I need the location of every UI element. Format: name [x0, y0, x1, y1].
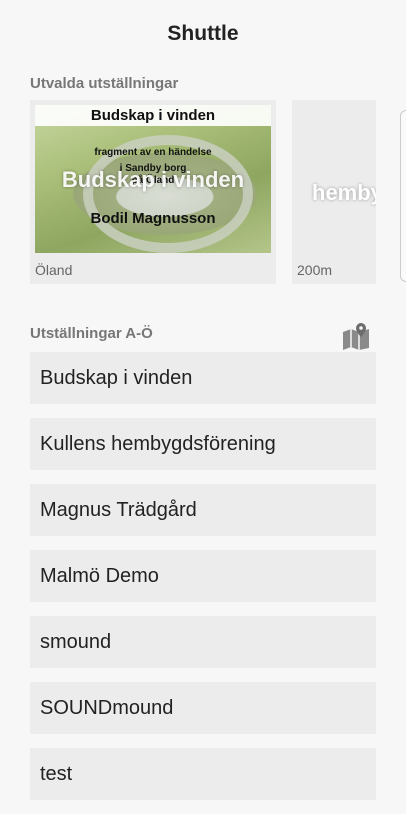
image-author-text: Bodil Magnusson	[90, 210, 216, 227]
featured-card-budskap[interactable]: Budskap i vinden fragment av en händelse…	[30, 100, 276, 284]
image-subtitle-line-1: fragment av en händelse	[94, 147, 212, 158]
list-item[interactable]: Budskap i vinden	[30, 352, 376, 404]
list-item[interactable]: SOUNDmound	[30, 682, 376, 734]
card-overlay-title: Budskap i vinden	[61, 167, 245, 192]
list-item[interactable]: Malmö Demo	[30, 550, 376, 602]
card-distance: 200m	[297, 262, 333, 278]
list-heading: Utställningar A-Ö	[30, 325, 153, 342]
featured-card-hembygd[interactable]: hembygdsförening 200m	[292, 100, 376, 284]
card-overlay-title: hembygdsförening	[312, 180, 376, 205]
app-title: Shuttle	[167, 22, 239, 45]
featured-card-image: Budskap i vinden fragment av en händelse…	[35, 105, 271, 253]
featured-heading: Utvalda utställningar	[30, 75, 179, 92]
list-item[interactable]: test	[30, 748, 376, 800]
list-item[interactable]: Magnus Trädgård	[30, 484, 376, 536]
map-icon[interactable]	[341, 322, 371, 350]
featured-carousel[interactable]: Budskap i vinden fragment av en händelse…	[30, 100, 406, 285]
side-panel-handle[interactable]	[400, 110, 406, 282]
exhibition-list: Budskap i vinden Kullens hembygdsförenin…	[30, 352, 376, 814]
list-item[interactable]: smound	[30, 616, 376, 668]
card-location: Öland	[35, 262, 73, 278]
list-item[interactable]: Kullens hembygdsförening	[30, 418, 376, 470]
image-title-text: Budskap i vinden	[35, 105, 271, 126]
